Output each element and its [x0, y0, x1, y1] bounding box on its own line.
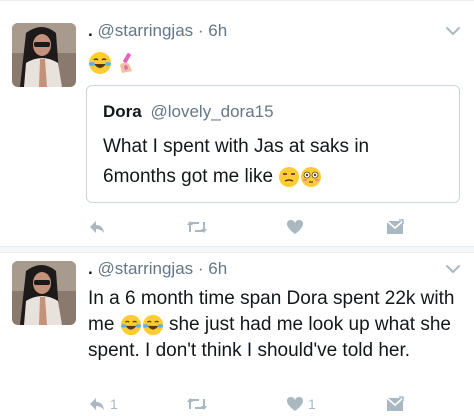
separator-dot: ·	[197, 21, 204, 40]
unamused-face-emoji	[279, 166, 300, 187]
display-name[interactable]: .	[88, 259, 93, 278]
like-button[interactable]	[286, 216, 308, 238]
tweet-actions	[88, 216, 448, 238]
tears-of-joy-emoji	[120, 314, 141, 336]
quoted-text-content: What I spent with Jas at saks in 6months…	[103, 136, 370, 187]
avatar[interactable]	[12, 23, 76, 87]
retweet-icon	[187, 221, 207, 233]
like-button[interactable]: 1	[286, 393, 316, 415]
separator-dot: ·	[197, 259, 204, 278]
like-icon	[287, 220, 303, 234]
reply-count: 1	[110, 396, 118, 412]
direct-message-button[interactable]	[386, 393, 404, 415]
timestamp[interactable]: 6h	[208, 21, 227, 40]
avatar[interactable]	[12, 261, 76, 325]
quoted-tweet[interactable]: Dora @lovely_dora15 What I spent with Ja…	[86, 85, 460, 203]
timestamp[interactable]: 6h	[208, 259, 227, 278]
like-icon	[287, 397, 303, 411]
retweet-icon	[187, 398, 207, 410]
tweet-body-emojis	[88, 48, 138, 78]
tears-of-joy-emoji	[142, 314, 163, 336]
flushed-face-emoji	[301, 166, 322, 187]
direct-message-icon	[386, 219, 404, 234]
quoted-text: What I spent with Jas at saks in 6months…	[103, 132, 443, 192]
handle[interactable]: @starringjas	[97, 21, 193, 40]
quoted-handle: @lovely_dora15	[150, 102, 274, 121]
display-name[interactable]: .	[88, 21, 93, 40]
reply-button[interactable]: 1	[88, 393, 118, 415]
nail-polish-emoji	[120, 53, 132, 73]
tweet-1[interactable]: . @starringjas · 6h Dora @lovely_dora15 …	[0, 8, 474, 246]
reply-button[interactable]	[88, 216, 110, 238]
retweet-button[interactable]	[186, 216, 212, 238]
tweet-actions: 1 1	[88, 393, 448, 415]
reply-icon	[90, 221, 104, 233]
retweet-button[interactable]	[186, 393, 212, 415]
like-count: 1	[308, 396, 316, 412]
tweet-header: . @starringjas · 6h	[88, 259, 227, 279]
chevron-down-icon[interactable]	[446, 26, 460, 36]
tweet-text: In a 6 month time span Dora spent 22k wi…	[88, 286, 458, 364]
tweet-header: . @starringjas · 6h	[88, 21, 227, 41]
reply-icon	[90, 398, 104, 410]
handle[interactable]: @starringjas	[97, 259, 193, 278]
direct-message-button[interactable]	[386, 216, 404, 238]
quoted-author: Dora @lovely_dora15	[103, 102, 274, 122]
top-separator	[0, 0, 474, 1]
tweet-2[interactable]: . @starringjas · 6h In a 6 month time sp…	[0, 253, 474, 416]
quoted-display-name: Dora	[103, 102, 142, 121]
direct-message-icon	[386, 396, 404, 411]
tears-of-joy-emoji	[89, 52, 111, 74]
tweet-divider	[0, 246, 474, 253]
chevron-down-icon[interactable]	[446, 264, 460, 274]
